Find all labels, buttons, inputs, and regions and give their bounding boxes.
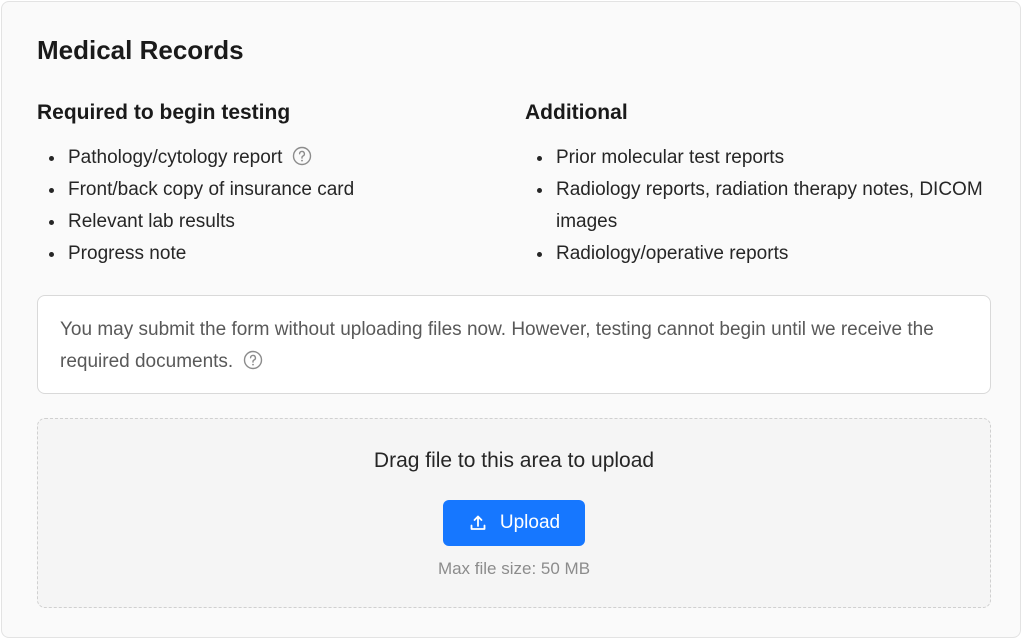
required-documents-column: Required to begin testing Pathology/cyto…	[37, 98, 477, 270]
notice-text-block: You may submit the form without uploadin…	[60, 314, 940, 378]
list-item: Radiology/operative reports	[525, 238, 995, 270]
upload-icon	[468, 513, 488, 533]
submission-notice: You may submit the form without uploadin…	[37, 295, 991, 394]
additional-documents-column: Additional Prior molecular test reports …	[525, 98, 995, 270]
dropzone-instruction: Drag file to this area to upload	[373, 449, 655, 472]
required-item-label: Front/back copy of insurance card	[68, 179, 355, 200]
additional-item-label: Prior molecular test reports	[556, 147, 785, 168]
list-item: Radiology reports, radiation therapy not…	[525, 174, 995, 238]
help-circle-icon[interactable]	[243, 349, 263, 370]
list-item: Progress note	[37, 238, 477, 270]
list-item: Front/back copy of insurance card	[37, 174, 477, 206]
notice-text: You may submit the form without uploadin…	[60, 319, 934, 372]
additional-heading: Additional	[525, 101, 628, 124]
required-list: Pathology/cytology report Front/back cop…	[37, 142, 477, 270]
list-item: Pathology/cytology report	[37, 142, 477, 174]
required-item-label: Relevant lab results	[68, 211, 235, 232]
max-file-size-hint: Max file size: 50 MB	[437, 559, 591, 578]
upload-button-label: Upload	[499, 512, 561, 533]
upload-button[interactable]: Upload	[443, 500, 585, 546]
list-item: Relevant lab results	[37, 206, 477, 238]
additional-list: Prior molecular test reports Radiology r…	[525, 142, 995, 270]
medical-records-card: Medical Records Required to begin testin…	[1, 1, 1021, 638]
section-title: Medical Records	[37, 35, 244, 65]
required-item-label: Pathology/cytology report	[68, 147, 283, 168]
list-item: Prior molecular test reports	[525, 142, 995, 174]
required-heading: Required to begin testing	[37, 101, 291, 124]
additional-item-label: Radiology reports, radiation therapy not…	[556, 179, 983, 232]
additional-item-label: Radiology/operative reports	[556, 243, 789, 264]
help-circle-icon[interactable]	[292, 145, 312, 166]
file-dropzone[interactable]: Drag file to this area to upload Upload …	[37, 418, 991, 608]
required-item-label: Progress note	[68, 243, 187, 264]
